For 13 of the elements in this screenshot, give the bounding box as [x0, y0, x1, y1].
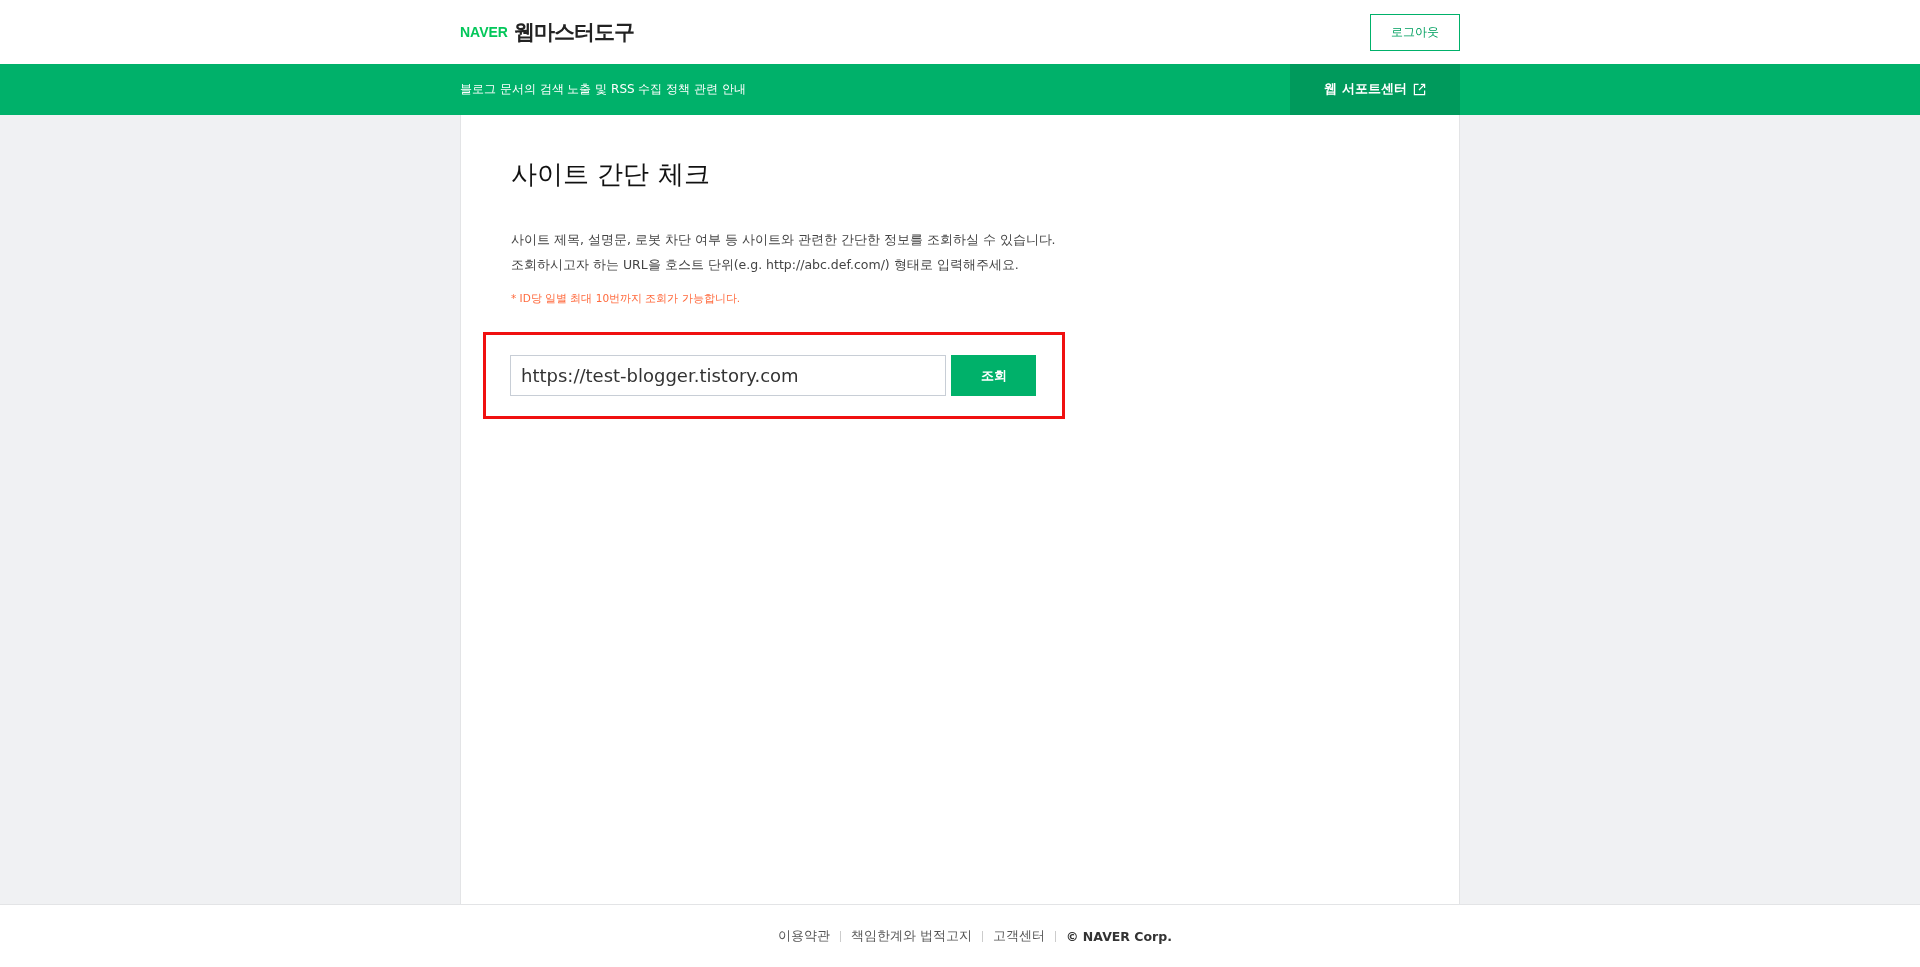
- url-input-field[interactable]: https://test-blogger.tistory.com: [510, 355, 946, 396]
- description-text: 조회하시고자 하는 URL을 호스트 단위(e.g. http://abc.def.com/) 형태로 입력해주세요.: [511, 257, 1020, 274]
- external-link-icon: [1412, 83, 1426, 96]
- copyright-text: © NAVER Corp.: [1066, 928, 1172, 944]
- page-title: 사이트 간단 체크: [511, 158, 711, 191]
- footer-link[interactable]: 책임한계와 법적고지: [851, 927, 972, 945]
- footer-link[interactable]: 고객센터: [993, 927, 1045, 945]
- logout-button[interactable]: 로그아웃: [1370, 13, 1460, 51]
- support-center-link[interactable]: 웹 서포트센터: [1290, 64, 1460, 115]
- footer-link[interactable]: 이용약관: [778, 927, 831, 945]
- description-text: 사이트 제목, 설명문, 로봇 차단 여부 등 사이트와 관련한 간단한 정보를 조회하실 수 있습니다.: [511, 232, 1057, 249]
- limit-note: * ID당 일별 최대 10번까지 조회가 가능합니다.: [511, 292, 742, 306]
- site-title[interactable]: 웹마스터도구: [513, 18, 634, 46]
